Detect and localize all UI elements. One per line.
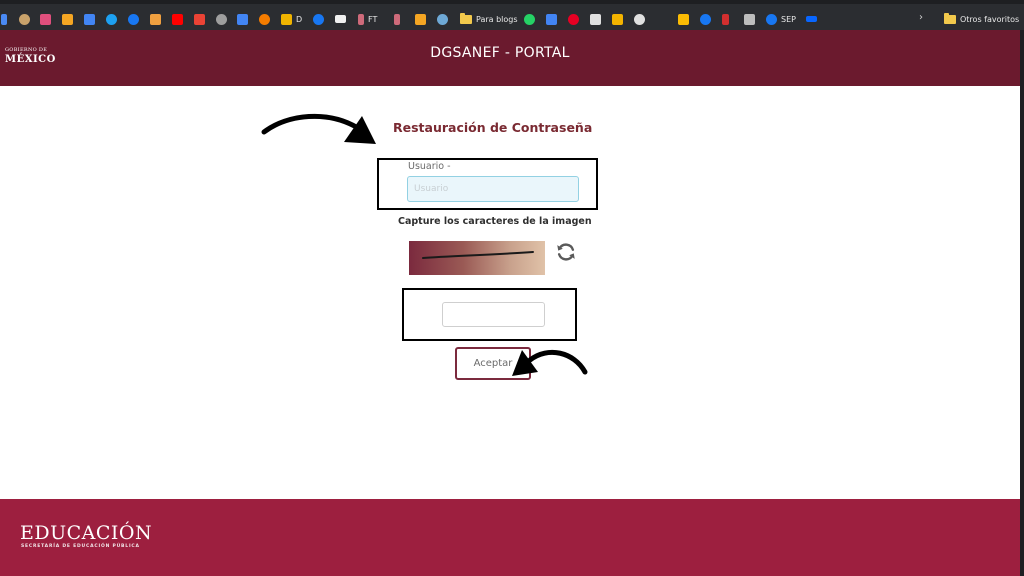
page-title: DGSANEF - PORTAL: [430, 45, 570, 61]
gmail-icon: [194, 13, 205, 25]
docs-icon: [546, 13, 557, 25]
keep-icon: [612, 13, 623, 25]
ft-icon: [335, 15, 346, 23]
link-icon: [259, 13, 270, 25]
accept-button[interactable]: Aceptar: [455, 347, 531, 380]
bookmark-16[interactable]: [335, 11, 346, 27]
bookmark-folder-para-blogs[interactable]: Para blogs: [460, 11, 518, 27]
bookmark-10[interactable]: [194, 11, 205, 27]
calendar-icon: [237, 13, 248, 25]
username-label: Usuario -: [408, 161, 451, 172]
bookmark-27[interactable]: [634, 11, 645, 27]
chevron-right-icon[interactable]: ›: [919, 12, 923, 23]
captcha-instruction: Capture los caracteres de la imagen: [398, 216, 592, 227]
analytics-icon: [62, 13, 73, 25]
drive-icon: [678, 13, 689, 25]
code-icon: [590, 13, 601, 25]
bookmark-15[interactable]: [313, 11, 324, 27]
bookmark-13[interactable]: [259, 11, 270, 27]
bookmark-7[interactable]: [128, 11, 139, 27]
captcha-input[interactable]: [442, 302, 545, 327]
arrow-annotation-icon: [261, 113, 376, 144]
captcha-scribble: [422, 251, 534, 259]
bookmark-23[interactable]: [546, 11, 557, 27]
folder-icon: [460, 12, 472, 24]
bookmarks-bar: D FT Para blogs SEP › Otros favoritos: [0, 0, 1024, 30]
bookmark-20[interactable]: [437, 11, 448, 27]
refresh-icon[interactable]: [555, 241, 577, 263]
analytics-icon: [415, 13, 426, 25]
facebook-icon: [313, 13, 324, 25]
circle-icon: [19, 13, 30, 25]
bookmark-sep[interactable]: SEP: [766, 11, 796, 27]
pencil-icon: [150, 13, 161, 25]
bookmark-3[interactable]: [40, 11, 51, 27]
bookmark-11[interactable]: [216, 11, 227, 27]
pink-icon: [40, 13, 51, 25]
bookmark-8[interactable]: [150, 11, 161, 27]
camera-icon: [744, 13, 755, 25]
footer-subtitle: SECRETARÍA DE EDUCACIÓN PÚBLICA: [21, 544, 140, 549]
bookmark-5[interactable]: [84, 11, 95, 27]
fiverr-icon: [358, 13, 364, 25]
footer: EDUCACIÓN SECRETARÍA DE EDUCACIÓN PÚBLIC…: [0, 499, 1024, 576]
username-input[interactable]: [407, 176, 579, 202]
bookmark-2[interactable]: [19, 11, 30, 27]
form-title: Restauración de Contraseña: [393, 120, 593, 135]
whatsapp-icon: [524, 13, 535, 25]
captcha-image: [409, 241, 545, 275]
bookmark-26[interactable]: [612, 11, 623, 27]
bookmark-25[interactable]: [590, 11, 601, 27]
bookmark-28[interactable]: [678, 11, 689, 27]
bookmark-33[interactable]: [806, 11, 817, 27]
bookmark-29[interactable]: [700, 11, 711, 27]
meta-icon: [806, 16, 817, 22]
bookmark-4[interactable]: [62, 11, 73, 27]
github-icon: [634, 13, 645, 25]
bookmark-18[interactable]: [394, 11, 400, 27]
bookmark-14[interactable]: D: [281, 11, 302, 27]
footer-title: EDUCACIÓN: [20, 522, 153, 544]
fiverr-icon: [394, 13, 400, 25]
doc-icon: [281, 13, 292, 25]
facebook-icon: [128, 13, 139, 25]
youtube-icon: [172, 13, 183, 25]
bookmark-31[interactable]: [744, 11, 755, 27]
ads-icon: [84, 13, 95, 25]
bookmark-6[interactable]: [106, 11, 117, 27]
twitter-icon: [106, 13, 117, 25]
folder-icon: [944, 12, 956, 24]
flag-icon: [722, 13, 729, 25]
bookmark-otros-favoritos[interactable]: Otros favoritos: [944, 11, 1019, 27]
bookmark-app[interactable]: [1, 11, 7, 27]
bookmark-24[interactable]: [568, 11, 579, 27]
app-icon: [1, 13, 7, 25]
wordpress-icon: [437, 13, 448, 25]
bookmark-19[interactable]: [415, 11, 426, 27]
window-edge: [1020, 30, 1024, 576]
pinterest-icon: [568, 13, 579, 25]
facebook-icon: [700, 13, 711, 25]
bookmark-12[interactable]: [237, 11, 248, 27]
bookmark-9[interactable]: [172, 11, 183, 27]
facebook-icon: [766, 13, 777, 25]
bookmark-22[interactable]: [524, 11, 535, 27]
portal-header: GOBIERNO DE MÉXICO DGSANEF - PORTAL: [0, 30, 1024, 86]
bookmark-30[interactable]: [722, 11, 729, 27]
gray-icon: [216, 13, 227, 25]
bookmark-17[interactable]: FT: [358, 11, 377, 27]
